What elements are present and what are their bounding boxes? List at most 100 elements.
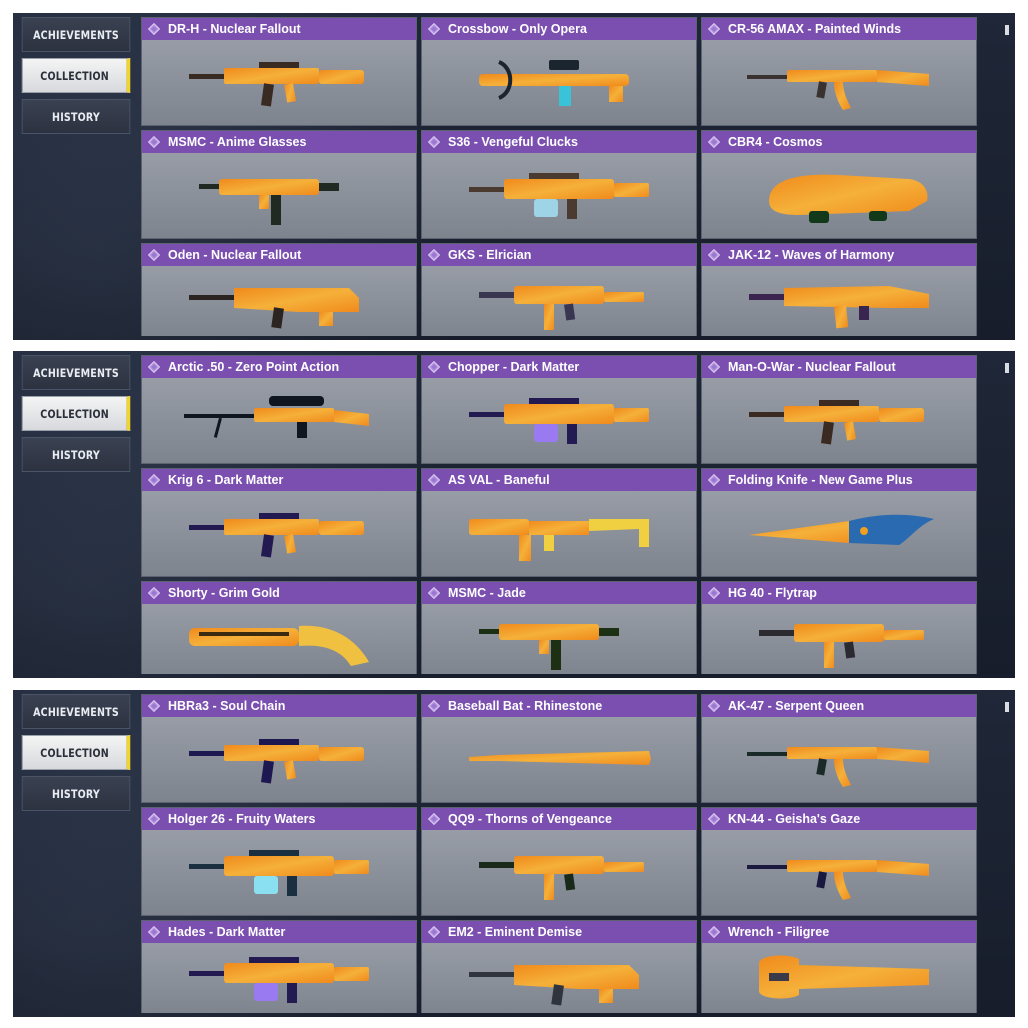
rarity-diamond-icon xyxy=(708,249,720,261)
weapon-card[interactable]: MSMC - Jade xyxy=(421,581,697,674)
weapon-card[interactable]: Holger 26 - Fruity Waters xyxy=(141,807,417,916)
weapon-card[interactable]: Hades - Dark Matter xyxy=(141,920,417,1013)
weapon-card[interactable]: AK-47 - Serpent Queen xyxy=(701,694,977,803)
weapon-card[interactable]: S36 - Vengeful Clucks xyxy=(421,130,697,239)
weapon-card-header: AK-47 - Serpent Queen xyxy=(702,695,976,717)
weapon-card[interactable]: Chopper - Dark Matter xyxy=(421,355,697,464)
weapon-card[interactable]: Man-O-War - Nuclear Fallout xyxy=(701,355,977,464)
weapon-card-header: JAK-12 - Waves of Harmony xyxy=(702,244,976,266)
weapon-grid: DR-H - Nuclear Fallout Crossbow - Only O… xyxy=(141,17,986,336)
rarity-diamond-icon xyxy=(148,361,160,373)
rarity-diamond-icon xyxy=(428,700,440,712)
weapon-name: KN-44 - Geisha's Gaze xyxy=(728,812,861,826)
nav-collection-button[interactable]: COLLECTION xyxy=(21,396,131,431)
weapon-image-icon xyxy=(747,746,929,787)
weapon-card[interactable]: Shorty - Grim Gold xyxy=(141,581,417,674)
weapon-card[interactable]: Krig 6 - Dark Matter xyxy=(141,468,417,577)
weapon-card-header: QQ9 - Thorns of Vengeance xyxy=(422,808,696,830)
side-nav: ACHIEVEMENTS COLLECTION HISTORY xyxy=(17,17,135,140)
weapon-name: Hades - Dark Matter xyxy=(168,925,286,939)
rarity-diamond-icon xyxy=(428,249,440,261)
weapon-card[interactable]: Wrench - Filigree xyxy=(701,920,977,1013)
weapon-preview xyxy=(142,943,416,1013)
weapon-preview xyxy=(142,830,416,915)
weapon-card[interactable]: Baseball Bat - Rhinestone xyxy=(421,694,697,803)
weapon-card-header: HG 40 - Flytrap xyxy=(702,582,976,604)
collection-panel: ACHIEVEMENTS COLLECTION HISTORY DR-H - Nucl… xyxy=(13,13,1015,340)
nav-achievements-button[interactable]: ACHIEVEMENTS xyxy=(21,694,131,729)
weapon-card[interactable]: Oden - Nuclear Fallout xyxy=(141,243,417,336)
weapon-card-header: CBR4 - Cosmos xyxy=(702,131,976,153)
weapon-card[interactable]: Crossbow - Only Opera xyxy=(421,17,697,126)
weapon-card-header: Crossbow - Only Opera xyxy=(422,18,696,40)
weapon-name: Holger 26 - Fruity Waters xyxy=(168,812,316,826)
weapon-name: Chopper - Dark Matter xyxy=(448,360,580,374)
scrollbar-thumb[interactable] xyxy=(1005,25,1009,35)
weapon-card[interactable]: CR-56 AMAX - Painted Winds xyxy=(701,17,977,126)
nav-achievements-button[interactable]: ACHIEVEMENTS xyxy=(21,355,131,390)
weapon-card[interactable]: EM2 - Eminent Demise xyxy=(421,920,697,1013)
scrollbar-thumb[interactable] xyxy=(1005,702,1009,712)
weapon-card[interactable]: Folding Knife - New Game Plus xyxy=(701,468,977,577)
nav-history-button[interactable]: HISTORY xyxy=(21,776,131,811)
weapon-card[interactable]: GKS - Elrician xyxy=(421,243,697,336)
weapon-card[interactable]: HBRa3 - Soul Chain xyxy=(141,694,417,803)
weapon-preview xyxy=(422,943,696,1013)
weapon-image-icon xyxy=(769,174,928,223)
weapon-card[interactable]: MSMC - Anime Glasses xyxy=(141,130,417,239)
weapon-card[interactable]: Arctic .50 - Zero Point Action xyxy=(141,355,417,464)
weapon-image-icon xyxy=(759,955,929,998)
weapon-name: Shorty - Grim Gold xyxy=(168,586,280,600)
weapon-image-icon xyxy=(469,518,649,561)
weapon-image-icon xyxy=(749,285,929,328)
weapon-preview xyxy=(142,604,416,674)
weapon-card[interactable]: AS VAL - Baneful xyxy=(421,468,697,577)
nav-history-button[interactable]: HISTORY xyxy=(21,99,131,134)
weapon-preview xyxy=(142,266,416,336)
weapon-name: GKS - Elrician xyxy=(448,248,532,262)
scrollbar-thumb[interactable] xyxy=(1005,363,1009,373)
weapon-image-icon xyxy=(469,750,651,765)
weapon-image-icon xyxy=(469,172,649,219)
weapon-image-icon xyxy=(189,512,364,557)
nav-achievements-button[interactable]: ACHIEVEMENTS xyxy=(21,17,131,52)
weapon-card-header: Holger 26 - Fruity Waters xyxy=(142,808,416,830)
weapon-card-header: MSMC - Anime Glasses xyxy=(142,131,416,153)
weapon-name: Krig 6 - Dark Matter xyxy=(168,473,284,487)
weapon-card[interactable]: QQ9 - Thorns of Vengeance xyxy=(421,807,697,916)
weapon-card-header: Man-O-War - Nuclear Fallout xyxy=(702,356,976,378)
rarity-diamond-icon xyxy=(428,926,440,938)
weapon-name: MSMC - Anime Glasses xyxy=(168,135,307,149)
weapon-image-icon xyxy=(747,859,929,900)
nav-collection-button[interactable]: COLLECTION xyxy=(21,735,131,770)
nav-collection-button[interactable]: COLLECTION xyxy=(21,58,131,93)
weapon-card-header: KN-44 - Geisha's Gaze xyxy=(702,808,976,830)
weapon-preview xyxy=(422,717,696,802)
weapon-preview xyxy=(422,491,696,576)
weapon-preview xyxy=(702,717,976,802)
weapon-image-icon xyxy=(479,59,629,106)
weapon-card[interactable]: CBR4 - Cosmos xyxy=(701,130,977,239)
weapon-preview xyxy=(422,830,696,915)
weapon-preview xyxy=(142,378,416,463)
weapon-card[interactable]: DR-H - Nuclear Fallout xyxy=(141,17,417,126)
nav-history-button[interactable]: HISTORY xyxy=(21,437,131,472)
weapon-card-header: Oden - Nuclear Fallout xyxy=(142,244,416,266)
weapon-name: AK-47 - Serpent Queen xyxy=(728,699,865,713)
weapon-card[interactable]: JAK-12 - Waves of Harmony xyxy=(701,243,977,336)
weapon-name: QQ9 - Thorns of Vengeance xyxy=(448,812,612,826)
weapon-card[interactable]: KN-44 - Geisha's Gaze xyxy=(701,807,977,916)
weapon-name: Man-O-War - Nuclear Fallout xyxy=(728,360,896,374)
weapon-card-header: Krig 6 - Dark Matter xyxy=(142,469,416,491)
weapon-preview xyxy=(702,40,976,125)
weapon-name: DR-H - Nuclear Fallout xyxy=(168,22,301,36)
weapon-card[interactable]: HG 40 - Flytrap xyxy=(701,581,977,674)
weapon-image-icon xyxy=(469,397,649,444)
weapon-card-header: EM2 - Eminent Demise xyxy=(422,921,696,943)
weapon-preview xyxy=(702,943,976,1013)
side-nav: ACHIEVEMENTS COLLECTION HISTORY xyxy=(17,355,135,478)
weapon-card-header: HBRa3 - Soul Chain xyxy=(142,695,416,717)
weapon-image-icon xyxy=(189,287,359,329)
weapon-preview xyxy=(422,378,696,463)
rarity-diamond-icon xyxy=(428,136,440,148)
